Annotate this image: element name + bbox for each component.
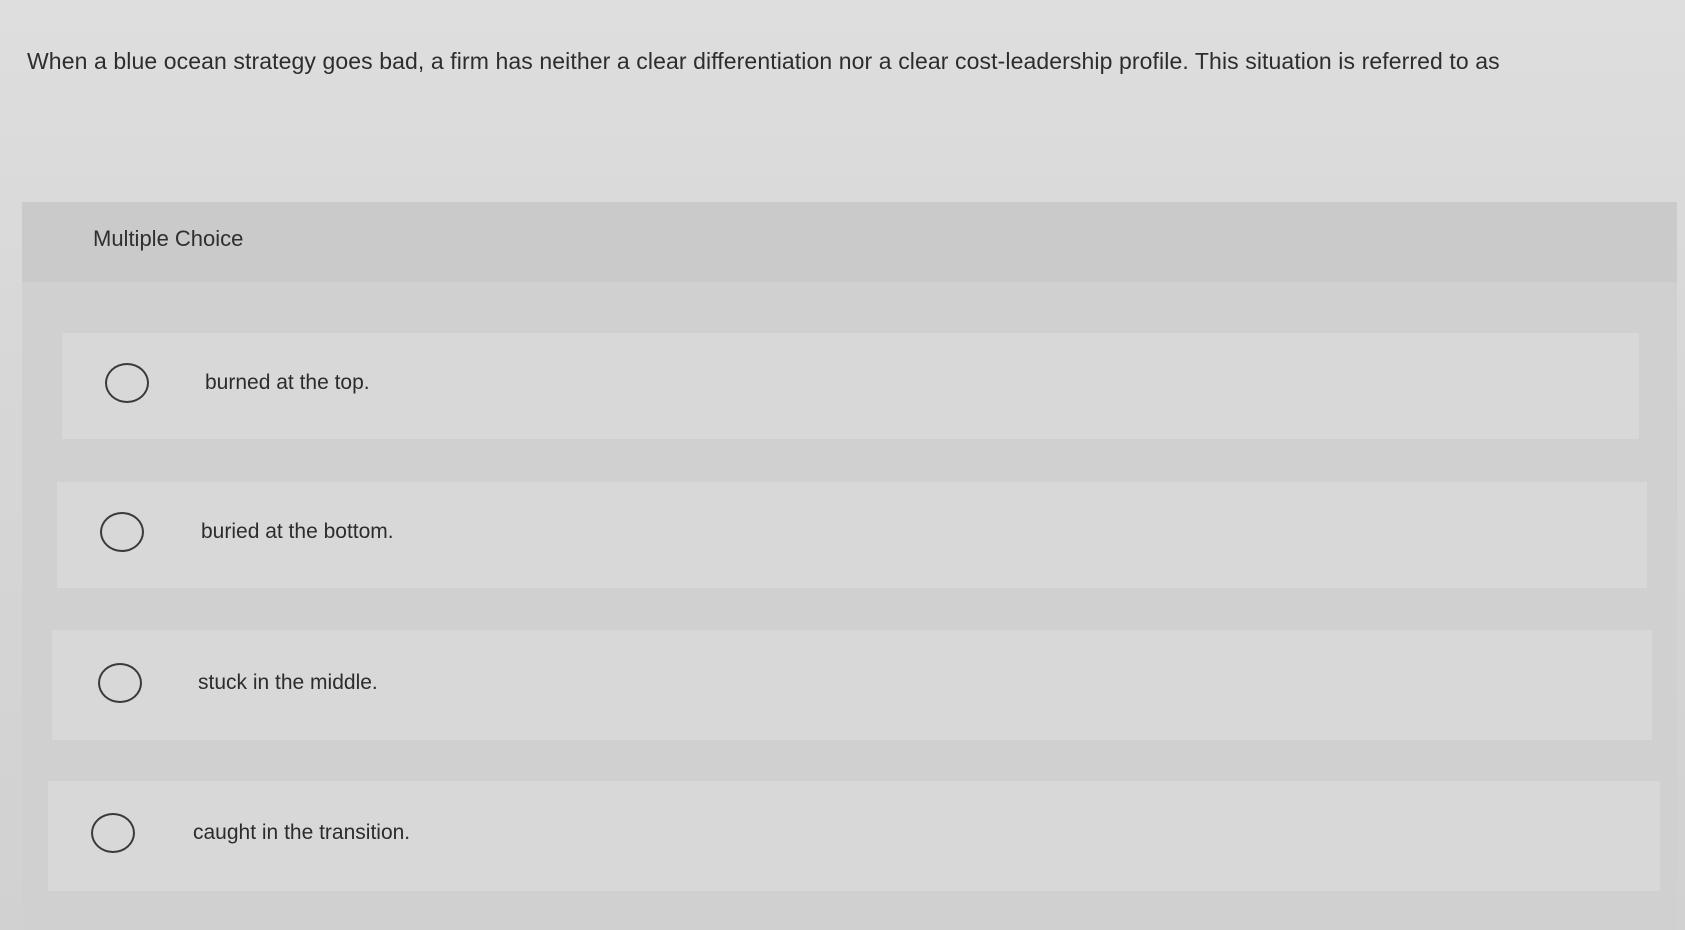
choice-option-4[interactable]: caught in the transition. — [48, 781, 1660, 891]
choice-label: burned at the top. — [205, 371, 370, 394]
question-text: When a blue ocean strategy goes bad, a f… — [27, 48, 1500, 74]
choice-label: caught in the transition. — [193, 821, 411, 844]
choice-option-3[interactable]: stuck in the middle. — [52, 630, 1652, 740]
choice-label: stuck in the middle. — [198, 671, 378, 694]
radio-circle-icon[interactable] — [98, 663, 142, 703]
choice-option-1[interactable]: burned at the top. — [62, 333, 1639, 439]
radio-circle-icon[interactable] — [91, 813, 135, 853]
multiple-choice-title: Multiple Choice — [93, 226, 244, 251]
page: When a blue ocean strategy goes bad, a f… — [0, 0, 1685, 930]
multiple-choice-header: Multiple Choice — [22, 202, 1677, 282]
choice-label: buried at the bottom. — [201, 520, 394, 543]
choice-option-2[interactable]: buried at the bottom. — [57, 482, 1647, 588]
radio-circle-icon[interactable] — [100, 512, 144, 552]
radio-circle-icon[interactable] — [105, 363, 149, 403]
